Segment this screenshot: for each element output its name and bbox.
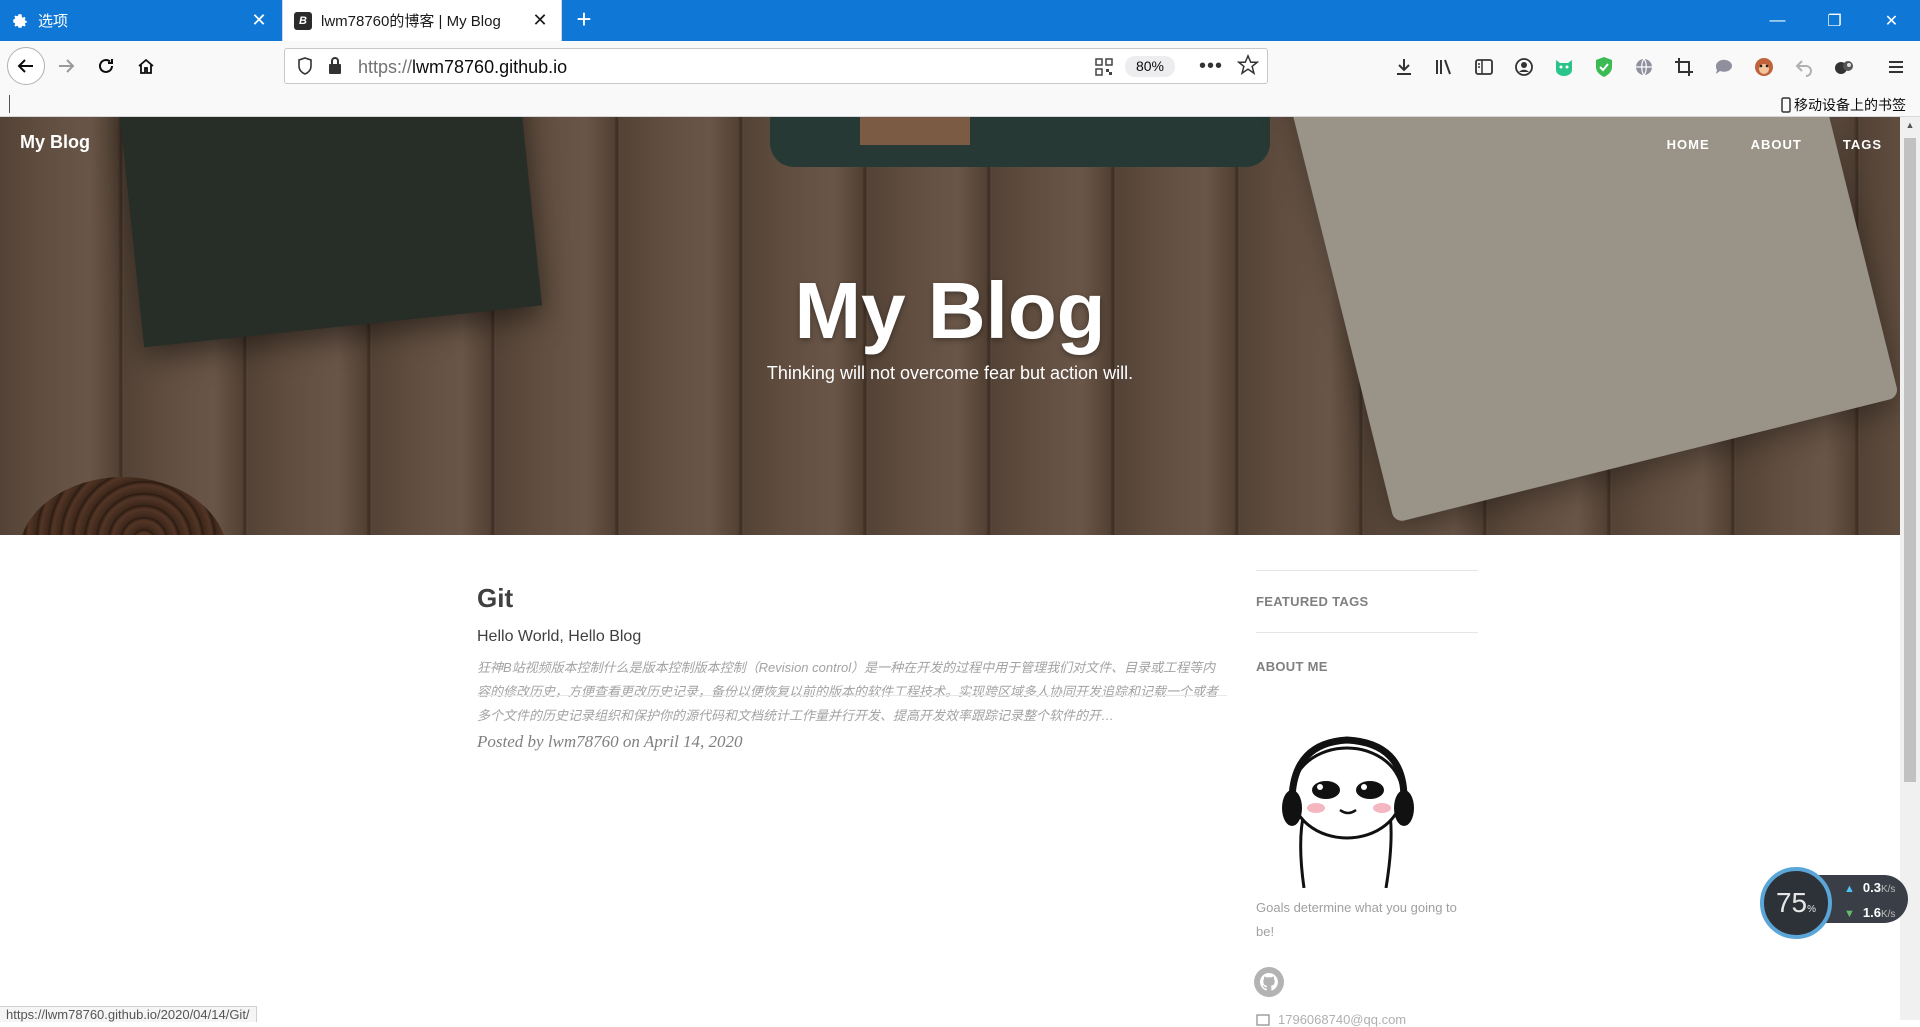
- github-link[interactable]: [1254, 967, 1284, 997]
- sidebar-rule: [1256, 632, 1478, 633]
- window-close-button[interactable]: ✕: [1863, 0, 1920, 41]
- reload-button[interactable]: [90, 50, 122, 82]
- window-controls: — ❐ ✕: [1749, 0, 1920, 41]
- undo-icon[interactable]: [1792, 55, 1816, 79]
- page-viewport: My Blog HOME ABOUT TAGS My Blog Thinking…: [0, 117, 1900, 1020]
- about-me-text: Goals determine what you going to be!: [1256, 900, 1457, 939]
- restore-button[interactable]: ❐: [1806, 0, 1863, 41]
- forward-button[interactable]: [50, 50, 82, 82]
- network-speed-widget[interactable]: 75% ▲ 0.3K/s ▼ 1.6K/s: [1760, 867, 1910, 939]
- tampermonkey-cat-icon[interactable]: [1552, 55, 1576, 79]
- speed-percent: 75: [1775, 887, 1808, 918]
- hero-subtitle: Thinking will not overcome fear but acti…: [766, 363, 1134, 383]
- download-speed: ▼ 1.6K/s: [1844, 905, 1895, 920]
- url-bar[interactable]: https://lwm78760.github.io 80% •••: [284, 48, 1268, 84]
- upload-unit: K/s: [1880, 884, 1896, 895]
- new-tab-button[interactable]: +: [570, 6, 598, 34]
- mobile-device-icon: [1781, 97, 1791, 113]
- forward-arrow-icon: [59, 59, 75, 73]
- nav-tags-link[interactable]: TAGS: [1843, 137, 1882, 152]
- speed-gauge: 75%: [1760, 867, 1832, 939]
- close-icon[interactable]: ✕: [250, 11, 268, 29]
- monkey-face-icon[interactable]: [1752, 55, 1776, 79]
- crop-screenshot-icon[interactable]: [1672, 55, 1696, 79]
- sidebar-icon[interactable]: [1472, 55, 1496, 79]
- shield-icon[interactable]: [297, 57, 313, 80]
- post-divider: [477, 695, 1227, 696]
- home-button[interactable]: [130, 50, 162, 82]
- globe-icon[interactable]: [1632, 55, 1656, 79]
- download-arrow-icon: ▼: [1844, 908, 1855, 920]
- post-excerpt: 狂神B站视频版本控制什么是版本控制版本控制（Revision control）是…: [477, 660, 1219, 723]
- download-value: 1.6: [1862, 905, 1881, 920]
- site-brand-link[interactable]: My Blog: [20, 132, 90, 153]
- scrollbar-thumb[interactable]: [1904, 138, 1916, 782]
- scroll-up-arrow-icon[interactable]: ▲: [1904, 120, 1916, 132]
- back-button[interactable]: [7, 47, 45, 85]
- extension-balls-icon[interactable]: [1832, 55, 1856, 79]
- lock-icon[interactable]: [327, 56, 343, 81]
- qr-code-icon[interactable]: [1095, 58, 1113, 81]
- adblock-shield-icon[interactable]: [1592, 55, 1616, 79]
- tab-blog[interactable]: B lwm78760的博客 | My Blog ✕: [282, 0, 562, 41]
- navigation-toolbar: https://lwm78760.github.io 80% •••: [0, 41, 1920, 91]
- download-icon[interactable]: [1392, 55, 1416, 79]
- tab-label: 选项: [38, 13, 69, 30]
- about-me-heading: ABOUT ME: [1256, 659, 1328, 674]
- menu-hamburger-icon[interactable]: [1884, 55, 1908, 79]
- zoom-indicator[interactable]: 80%: [1125, 56, 1175, 77]
- github-icon: [1260, 973, 1278, 991]
- upload-speed: ▲ 0.3K/s: [1844, 880, 1895, 895]
- tab-options[interactable]: 选项 ✕: [0, 0, 280, 41]
- chat-bubble-icon[interactable]: [1712, 55, 1736, 79]
- gear-icon: [10, 11, 30, 31]
- bookmark-star-icon[interactable]: [1236, 53, 1260, 81]
- upload-value: 0.3: [1862, 880, 1881, 895]
- favicon-icon: B: [293, 11, 313, 31]
- upload-arrow-icon: ▲: [1844, 883, 1855, 895]
- close-icon[interactable]: ✕: [531, 11, 549, 29]
- account-icon[interactable]: [1512, 55, 1536, 79]
- mobile-bookmarks-label: 移动设备上的书签: [1794, 97, 1906, 113]
- library-icon[interactable]: [1432, 55, 1456, 79]
- speed-percent-sign: %: [1807, 903, 1817, 915]
- hero-header: My Blog HOME ABOUT TAGS My Blog Thinking…: [0, 117, 1900, 535]
- minimize-button[interactable]: —: [1749, 0, 1806, 41]
- post-preview[interactable]: Git Hello World, Hello Blog 狂神B站视频版本控制什么…: [477, 583, 1227, 752]
- page-actions-icon[interactable]: •••: [1199, 55, 1223, 78]
- post-title[interactable]: Git: [477, 583, 1227, 614]
- nav-about-link[interactable]: ABOUT: [1751, 137, 1802, 152]
- bookmarks-toolbar: 移动设备上的书签: [0, 91, 1920, 117]
- nav-home-link[interactable]: HOME: [1667, 137, 1710, 152]
- mobile-bookmarks-folder[interactable]: 移动设备上的书签: [1781, 95, 1906, 115]
- bookmarks-divider: [9, 95, 10, 113]
- reload-icon: [99, 58, 113, 73]
- download-unit: K/s: [1880, 909, 1896, 920]
- post-meta: Posted by lwm78760 on April 14, 2020: [477, 732, 743, 751]
- back-arrow-icon: [17, 59, 33, 73]
- hero-title: My Blog: [794, 266, 1106, 355]
- url-scheme: https://: [358, 57, 413, 77]
- post-subtitle[interactable]: Hello World, Hello Blog: [477, 628, 1227, 646]
- browser-titlebar: 选项 ✕ B lwm78760的博客 | My Blog ✕ + — ❐ ✕: [0, 0, 1920, 41]
- site-navigation: HOME ABOUT TAGS: [1626, 137, 1882, 152]
- home-icon: [138, 58, 154, 74]
- avatar: [1264, 728, 1424, 889]
- sidebar-rule: [1256, 570, 1478, 571]
- featured-tags-heading: FEATURED TAGS: [1256, 594, 1369, 609]
- tab-label: lwm78760的博客 | My Blog: [321, 13, 501, 30]
- url-host: lwm78760.github.io: [412, 57, 568, 77]
- url-text[interactable]: https://lwm78760.github.io: [358, 57, 567, 78]
